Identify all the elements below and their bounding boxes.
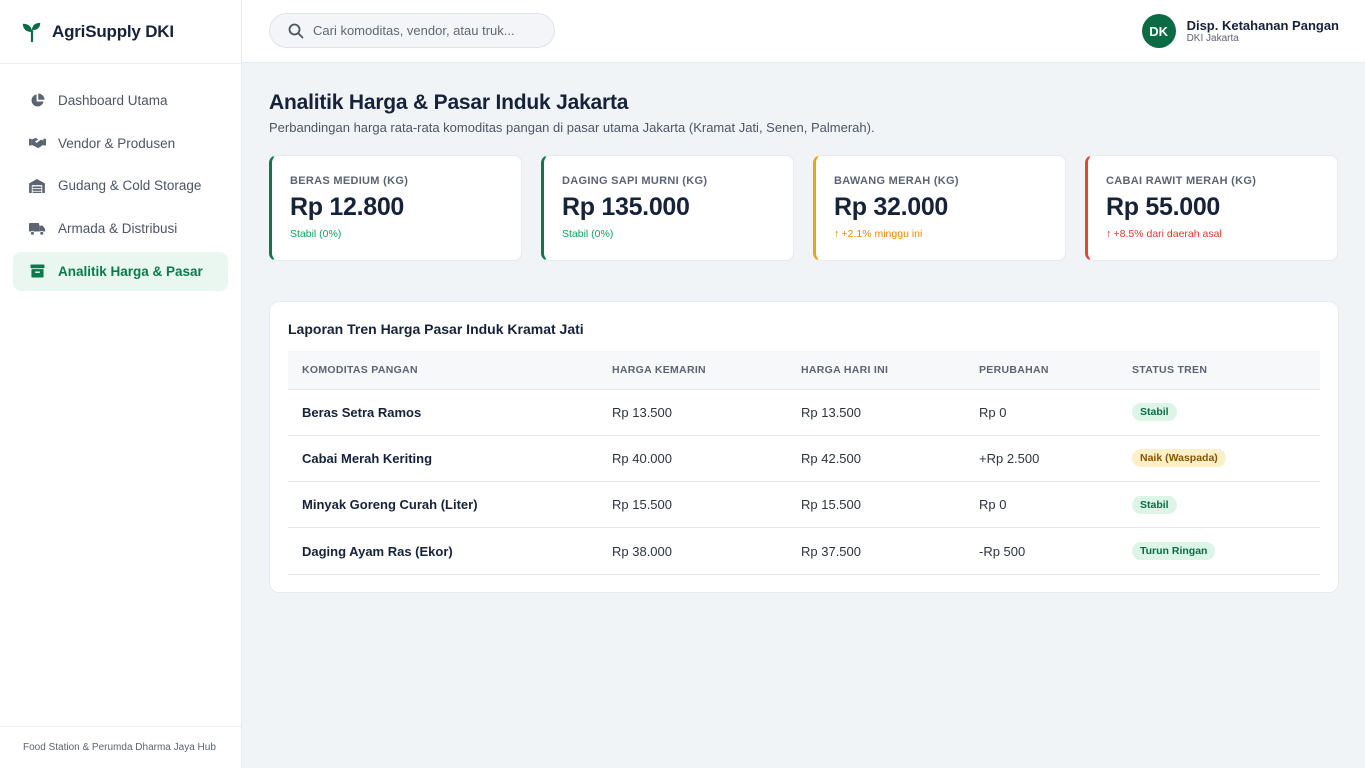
column-header: PERUBAHAN [965,351,1118,390]
user-subtitle: DKI Jakarta [1186,32,1239,44]
price-change: +Rp 2.500 [965,435,1118,483]
price-card: DAGING SAPI MURNI (KG) Rp 135.000 Stabil… [541,155,794,261]
price-card: BERAS MEDIUM (KG) Rp 12.800 Stabil (0%) [269,155,522,261]
price-change: Rp 0 [965,389,1118,436]
truck-icon [28,220,46,238]
commodity-name: Daging Ayam Ras (Ekor) [288,527,598,575]
card-label: CABAI RAWIT MERAH (KG) [1106,175,1257,187]
search-box[interactable] [269,13,555,48]
status-badge: Stabil [1132,495,1177,514]
card-change-text: Stabil (0%) [562,228,614,240]
arrow-up-icon: ↑ [1106,228,1112,240]
main-content: Analitik Harga & Pasar Induk Jakarta Per… [269,63,1339,593]
commodity-name: Minyak Goreng Curah (Liter) [288,481,598,529]
sidebar-item-label: Vendor & Produsen [58,135,176,151]
sidebar-item-warehouse[interactable]: Gudang & Cold Storage [13,166,228,205]
sprout-logo-icon [20,20,44,44]
store-icon [28,262,46,280]
card-change: ↑ +2.1% minggu ini [834,228,1065,240]
card-change: ↑ +8.5% dari daerah asal [1106,228,1337,240]
sidebar-item-label: Analitik Harga & Pasar [58,263,203,279]
user-name: Disp. Ketahanan Pangan [1186,17,1339,33]
card-change: Stabil (0%) [562,228,793,240]
status-badge: Naik (Waspada) [1132,449,1226,468]
sidebar-footer: Food Station & Perumda Dharma Jaya Hub [0,726,241,768]
price-yesterday: Rp 38.000 [598,527,787,575]
sidebar: AgriSupply DKI Dashboard Utama Vendor & … [0,0,242,768]
status-badge: Stabil [1132,403,1177,422]
table-row: Minyak Goreng Curah (Liter) Rp 15.500 Rp… [288,481,1320,529]
card-change-text: +2.1% minggu ini [841,228,923,240]
arrow-up-icon: ↑ [834,228,840,240]
panel-title: Laporan Tren Harga Pasar Induk Kramat Ja… [288,321,584,337]
avatar[interactable]: DK [1141,14,1176,48]
price-cards: BERAS MEDIUM (KG) Rp 12.800 Stabil (0%) … [269,155,1339,261]
page-subtitle: Perbandingan harga rata-rata komoditas p… [269,120,875,135]
table-row: Cabai Merah Keriting Rp 40.000 Rp 42.500… [288,435,1320,483]
topbar: DK Disp. Ketahanan Pangan DKI Jakarta [242,0,1365,63]
column-header: HARGA KEMARIN [598,351,787,390]
price-yesterday: Rp 40.000 [598,435,787,483]
price-yesterday: Rp 15.500 [598,481,787,529]
sidebar-item-label: Dashboard Utama [58,93,168,108]
sidebar-item-fleet[interactable]: Armada & Distribusi [13,209,228,248]
status-badge: Turun Ringan [1132,542,1216,561]
search-icon [288,23,304,39]
status-cell: Stabil [1118,389,1320,436]
handshake-icon [28,134,46,152]
table-row: Beras Setra Ramos Rp 13.500 Rp 13.500 Rp… [288,389,1320,436]
card-value: Rp 12.800 [290,193,405,221]
commodity-name: Beras Setra Ramos [288,389,598,436]
warehouse-icon [28,177,46,195]
table-header-row: KOMODITAS PANGAN HARGA KEMARIN HARGA HAR… [288,351,1320,390]
price-card: BAWANG MERAH (KG) Rp 32.000 ↑ +2.1% ming… [813,155,1066,261]
search-input[interactable] [313,23,533,38]
price-change: -Rp 500 [965,527,1118,575]
card-label: DAGING SAPI MURNI (KG) [562,175,708,187]
sidebar-nav: Dashboard Utama Vendor & Produsen Gudang… [0,64,241,291]
status-cell: Turun Ringan [1118,527,1320,575]
sidebar-item-vendor[interactable]: Vendor & Produsen [13,124,228,163]
price-trend-panel: Laporan Tren Harga Pasar Induk Kramat Ja… [269,301,1339,593]
price-change: Rp 0 [965,481,1118,529]
price-trend-table: KOMODITAS PANGAN HARGA KEMARIN HARGA HAR… [288,351,1320,575]
status-cell: Stabil [1118,481,1320,529]
page-title: Analitik Harga & Pasar Induk Jakarta [269,91,629,114]
column-header: KOMODITAS PANGAN [288,351,598,390]
card-value: Rp 32.000 [834,193,949,221]
table-row: Daging Ayam Ras (Ekor) Rp 38.000 Rp 37.5… [288,527,1320,575]
sidebar-item-dashboard[interactable]: Dashboard Utama [13,81,228,120]
status-cell: Naik (Waspada) [1118,435,1320,483]
brand[interactable]: AgriSupply DKI [0,0,241,64]
price-yesterday: Rp 13.500 [598,389,787,436]
card-change-text: Stabil (0%) [290,228,342,240]
price-today: Rp 13.500 [787,389,965,436]
sidebar-item-price-analytics[interactable]: Analitik Harga & Pasar [13,251,228,291]
card-label: BERAS MEDIUM (KG) [290,175,409,187]
price-today: Rp 15.500 [787,481,965,529]
card-change: Stabil (0%) [290,228,521,240]
pie-chart-icon [28,92,46,110]
sidebar-item-label: Armada & Distribusi [58,221,178,237]
brand-name: AgriSupply DKI [52,21,174,41]
card-label: BAWANG MERAH (KG) [834,175,959,187]
column-header: STATUS TREN [1118,351,1320,390]
card-value: Rp 135.000 [562,193,690,221]
user-profile[interactable]: DK Disp. Ketahanan Pangan DKI Jakarta [1141,14,1339,48]
card-change-text: +8.5% dari daerah asal [1113,228,1222,240]
sidebar-item-label: Gudang & Cold Storage [58,178,202,194]
price-today: Rp 42.500 [787,435,965,483]
price-card: CABAI RAWIT MERAH (KG) Rp 55.000 ↑ +8.5%… [1085,155,1338,261]
card-value: Rp 55.000 [1106,193,1221,221]
price-today: Rp 37.500 [787,527,965,575]
column-header: HARGA HARI INI [787,351,965,390]
commodity-name: Cabai Merah Keriting [288,435,598,483]
